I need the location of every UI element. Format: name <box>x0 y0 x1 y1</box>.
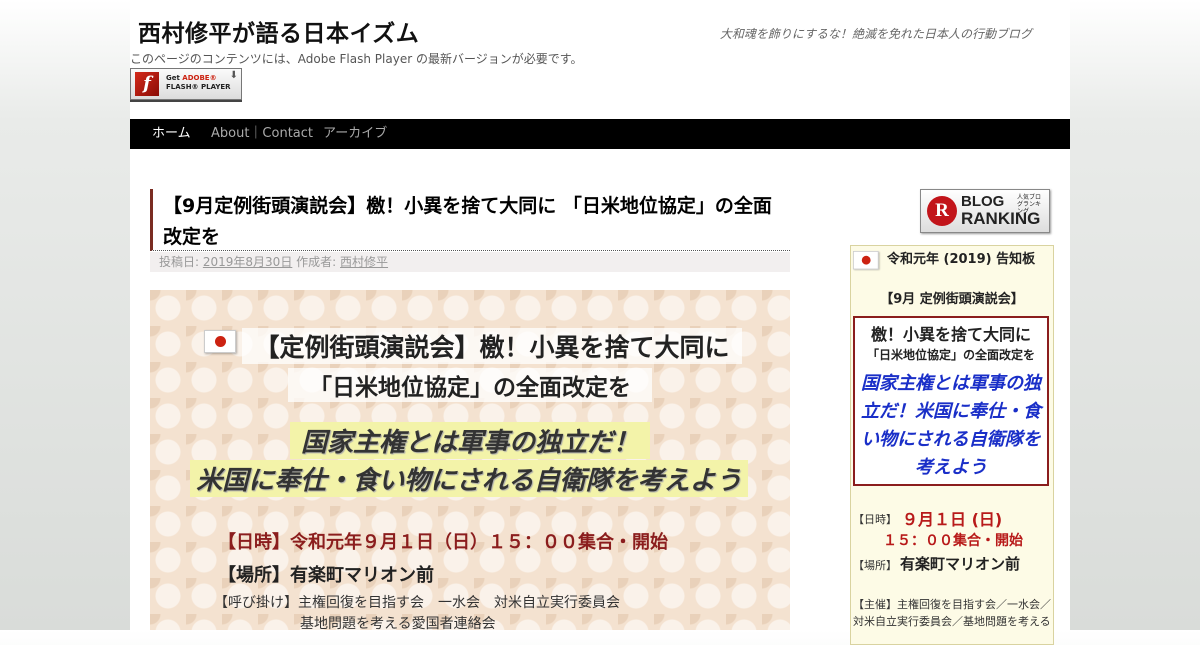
site-title[interactable]: 西村修平が語る日本イズム <box>138 14 419 48</box>
author-label: 作成者: <box>296 255 337 269</box>
flash-badge-line1: Get ADOBE® <box>166 74 217 82</box>
blog-ranking-logo-icon: R <box>927 196 957 226</box>
notice-heading: 令和元年 (2019) 告知板 <box>887 252 1036 267</box>
flash-f-icon: f <box>135 72 159 96</box>
notice-place-value: 有楽町マリオン前 <box>900 555 1021 573</box>
notice-date-value: ９月１日 (日) <box>902 510 1003 529</box>
site-description: 大和魂を飾りにするな！絶滅を免れた日本人の行動ブログ <box>719 27 1032 41</box>
notice-organizers-1: 【主催】主権回復を目指す会／一水会／ <box>853 598 1051 611</box>
poster-organizers-1: 【呼び掛け】主権回復を目指す会 一水会 対米自立実行委員会 <box>214 595 620 611</box>
notice-event-box: 檄！小異を捨て大同に 「日米地位協定」の全面改定を 国家主権とは軍事の独立だ！米… <box>853 316 1049 486</box>
post-meta: 投稿日: 2019年8月30日 作成者: 西村修平 <box>150 252 790 272</box>
post-author-link[interactable]: 西村修平 <box>340 255 388 269</box>
event-poster-image: 【定例街頭演説会】檄！小異を捨て大同に 「日米地位協定」の全面改定を 国家主権と… <box>150 290 790 630</box>
poster-place: 【場所】有楽町マリオン前 <box>218 565 434 586</box>
blog-ranking-word2: RANKING <box>961 209 1041 228</box>
notice-time-value: １５：００集合・開始 <box>883 533 1023 549</box>
notice-place-label: 【場所】 <box>853 559 897 572</box>
notice-date-label: 【日時】 <box>853 513 897 526</box>
notice-box-slogan: 国家主権とは軍事の独立だ！米国に奉仕・食い物にされる自衛隊を考えよう <box>861 373 1041 478</box>
poster-heading-2: 「日米地位協定」の全面改定を <box>288 368 652 402</box>
blog-ranking-word1: BLOG <box>961 193 1005 210</box>
flash-badge-line2: FLASH® PLAYER <box>166 83 231 91</box>
get-flash-player-button[interactable]: f Get ADOBE® FLASH® PLAYER ⬇ <box>130 68 242 100</box>
nav-item-archive[interactable]: アーカイブ <box>323 119 387 149</box>
nav-item-home[interactable]: ホーム <box>152 119 191 149</box>
posted-label: 投稿日: <box>159 255 200 269</box>
poster-heading-1: 【定例街頭演説会】檄！小異を捨て大同に <box>242 328 742 364</box>
notice-subheading: 【9月 定例街頭演説会】 <box>880 292 1024 307</box>
post-title[interactable]: 【9月定例街頭演説会】檄！小異を捨て大同に 「日米地位協定」の全面改定を <box>150 189 790 251</box>
notice-organizers-2: 対米自立実行委員会／基地問題を考える <box>853 615 1051 628</box>
nav-item-about-contact[interactable]: About｜Contact <box>211 119 313 149</box>
poster-emphasis-2: 米国に奉仕・食い物にされる自衛隊を考えよう <box>190 460 748 497</box>
flash-notice: このページのコンテンツには、Adobe Flash Player の最新バージョ… <box>130 52 583 66</box>
notice-box-line1: 檄！小異を捨て大同に <box>870 325 1031 344</box>
poster-datetime: 【日時】令和元年９月１日（日）１５：００集合・開始 <box>218 532 668 553</box>
notice-box-line2: 「日米地位協定」の全面改定を <box>866 348 1035 362</box>
download-arrow-icon: ⬇ <box>229 70 238 81</box>
notice-board-widget: 令和元年 (2019) 告知板 【9月 定例街頭演説会】 檄！小異を捨て大同に … <box>850 245 1054 645</box>
poster-organizers-2: 基地問題を考える愛国者連絡会 <box>300 616 496 630</box>
japan-flag-icon <box>853 251 879 270</box>
post-date-link[interactable]: 2019年8月30日 <box>203 255 292 269</box>
poster-emphasis-1: 国家主権とは軍事の独立だ！ <box>290 422 650 459</box>
main-navigation: ホーム About｜Contact アーカイブ <box>130 119 1070 149</box>
japan-flag-icon <box>204 330 236 353</box>
page-container: 西村修平が語る日本イズム 大和魂を飾りにするな！絶滅を免れた日本人の行動ブログ … <box>130 0 1070 645</box>
blog-ranking-banner[interactable]: R BLOG 人気ブログランキング RANKING <box>920 189 1050 233</box>
